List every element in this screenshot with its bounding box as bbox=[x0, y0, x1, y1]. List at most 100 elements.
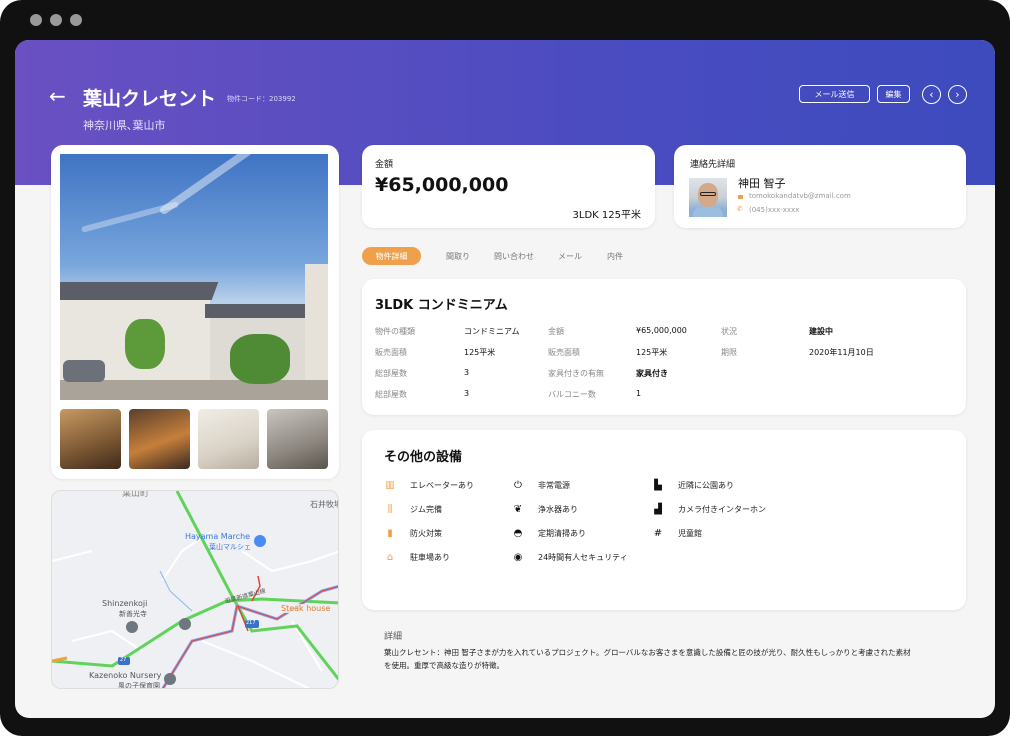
facility-label: 駐車場あり bbox=[410, 552, 450, 562]
facility-item: ▟ カメラ付きインターホン bbox=[652, 503, 766, 515]
avatar bbox=[689, 178, 727, 217]
edit-button[interactable]: 編集 bbox=[877, 85, 910, 103]
detail-value: 1 bbox=[636, 389, 642, 398]
map-roads bbox=[52, 491, 338, 688]
dumbbell-icon: ⫼ bbox=[387, 503, 393, 515]
thumbnail-fireplace[interactable] bbox=[129, 409, 190, 469]
signal-icon: ▟ bbox=[654, 503, 662, 515]
send-mail-button[interactable]: メール送信 bbox=[799, 85, 870, 103]
facility-item: ⌂ 駐車場あり bbox=[384, 551, 450, 563]
map-label: Kazenoko Nursery bbox=[89, 671, 162, 680]
map[interactable]: 葉山町 石井牧場 Hayama Marche 葉山マルシェ Shinzenkoj… bbox=[51, 490, 339, 689]
facility-item: ▮ 防火対策 bbox=[384, 527, 442, 539]
facilities-title: その他の設備 bbox=[384, 450, 463, 465]
phone-icon: ✆ bbox=[737, 205, 743, 213]
detail-value: ¥65,000,000 bbox=[636, 326, 687, 335]
plug-icon: ⏻ bbox=[514, 479, 522, 491]
facility-item: ▙ 近隣に公園あり bbox=[652, 479, 734, 491]
tab-inquiry[interactable]: 問い合わせ bbox=[489, 247, 539, 265]
page-title: 葉山クレセント bbox=[83, 88, 217, 110]
thumbnail-lounge[interactable] bbox=[267, 409, 328, 469]
price-label: 金額 bbox=[375, 160, 394, 170]
detail-value: 125平米 bbox=[464, 348, 496, 357]
contact-name: 神田 智子 bbox=[738, 177, 786, 190]
route-badge: 27 bbox=[120, 657, 127, 663]
price-value: ¥65,000,000 bbox=[375, 174, 509, 196]
park-bench-icon: ▙ bbox=[654, 479, 662, 491]
screen: ← 葉山クレセント 物件コード：203992 神奈川県､葉山市 メール送信 編集… bbox=[15, 40, 995, 718]
map-label: 新善光寺 bbox=[119, 610, 147, 618]
map-label: 風の子保育園 bbox=[118, 682, 160, 689]
facility-label: 24時間有人セキュリティ bbox=[538, 552, 628, 562]
detail-value: 2020年11月10日 bbox=[809, 348, 874, 357]
facility-item: ◓ 定期清掃あり bbox=[512, 527, 586, 539]
detail-key: 金額 bbox=[548, 327, 564, 336]
facility-label: 浄水器あり bbox=[538, 504, 578, 514]
facility-item: ⫼ ジム完備 bbox=[384, 503, 442, 515]
contact-email[interactable]: tomokokandatvb@zmail.com bbox=[749, 192, 851, 200]
detail-value: 125平米 bbox=[636, 348, 668, 357]
detail-key: バルコニー数 bbox=[548, 390, 596, 399]
facility-item: ❦ 浄水器あり bbox=[512, 503, 578, 515]
fence-icon: # bbox=[653, 527, 663, 539]
detail-key: 状況 bbox=[721, 327, 737, 336]
property-code: 物件コード：203992 bbox=[227, 95, 296, 103]
tab-mail[interactable]: メール bbox=[553, 247, 587, 265]
fire-extinguisher-icon: ▮ bbox=[387, 527, 393, 539]
map-label: 葉山町 bbox=[122, 490, 150, 499]
map-label: Steak house bbox=[280, 604, 332, 613]
facility-item: ⏻ 非常電源 bbox=[512, 479, 570, 491]
detail-key: 物件の種類 bbox=[375, 327, 415, 336]
facility-item: # 児童館 bbox=[652, 527, 702, 539]
detail-key: 家具付きの有無 bbox=[548, 369, 604, 378]
thumbnail-living-room[interactable] bbox=[60, 409, 121, 469]
map-label: Shinzenkoji bbox=[102, 599, 148, 608]
detail-key: 販売面積 bbox=[375, 348, 407, 357]
garage-icon: ⌂ bbox=[386, 551, 394, 563]
tab-floor-plan[interactable]: 間取り bbox=[440, 247, 476, 265]
elevator-icon: ▥ bbox=[385, 479, 395, 491]
window-dot bbox=[30, 14, 42, 26]
facilities-card: その他の設備 ▥ エレベーターあり ⏻ 非常電源 ▙ 近隣に公園あり ⫼ ジム完備 ❦ 浄水器あり… bbox=[362, 430, 966, 610]
detail-key: 期限 bbox=[721, 348, 737, 357]
facility-item: ◉ 24時間有人セキュリティ bbox=[512, 551, 628, 563]
cleaning-bell-icon: ◓ bbox=[513, 527, 523, 539]
next-chevron-icon[interactable]: › bbox=[948, 85, 967, 104]
window-dot bbox=[70, 14, 82, 26]
facility-label: カメラ付きインターホン bbox=[678, 504, 766, 514]
thumbnail-sofa[interactable] bbox=[198, 409, 259, 469]
security-camera-icon: ◉ bbox=[513, 551, 523, 563]
route-badge: 217 bbox=[246, 620, 256, 626]
facility-label: 非常電源 bbox=[538, 480, 570, 490]
contact-phone[interactable]: (045)xxx-xxxx bbox=[749, 206, 799, 214]
map-label: 石井牧場 bbox=[310, 500, 339, 509]
contact-label: 連絡先詳細 bbox=[690, 160, 736, 170]
facility-label: 児童館 bbox=[678, 528, 702, 538]
detail-value: コンドミニアム bbox=[464, 327, 520, 336]
map-label: Hayama Marche bbox=[185, 532, 251, 541]
facility-label: 近隣に公園あり bbox=[678, 480, 734, 490]
mail-icon bbox=[738, 195, 743, 199]
main-property-photo[interactable] bbox=[60, 154, 328, 400]
details-title: 3LDK コンドミニアム bbox=[375, 298, 508, 313]
map-label: 葉山マルシェ bbox=[209, 543, 251, 551]
facility-item: ▥ エレベーターあり bbox=[384, 479, 474, 491]
detail-key: 販売面積 bbox=[548, 348, 580, 357]
detail-value: 建設中 bbox=[809, 327, 833, 336]
detail-value: 家具付き bbox=[636, 369, 668, 378]
contact-card: 連絡先詳細 神田 智子 tomokokandatvb@zmail.com ✆ (… bbox=[674, 145, 966, 228]
tab-property-details[interactable]: 物件詳細 bbox=[362, 247, 421, 265]
facility-label: 定期清掃あり bbox=[538, 528, 586, 538]
detail-key: 総部屋数 bbox=[375, 369, 407, 378]
price-summary: 3LDK 125平米 bbox=[572, 210, 641, 221]
window-dot bbox=[50, 14, 62, 26]
detail-value: 3 bbox=[464, 389, 470, 398]
back-arrow-icon[interactable]: ← bbox=[49, 84, 66, 108]
description-text: 葉山クレセント：神田 智子さまが力を入れているプロジェクト。グローバルなお客さま… bbox=[384, 648, 911, 670]
tab-other[interactable]: 内件 bbox=[600, 247, 630, 265]
facility-label: エレベーターあり bbox=[410, 480, 474, 490]
facility-label: 防火対策 bbox=[410, 528, 442, 538]
property-details-card: 3LDK コンドミニアム 物件の種類 コンドミニアム 金額 ¥65,000,000 状況… bbox=[362, 279, 966, 415]
detail-value: 3 bbox=[464, 368, 470, 377]
previous-chevron-icon[interactable]: ‹ bbox=[922, 85, 941, 104]
